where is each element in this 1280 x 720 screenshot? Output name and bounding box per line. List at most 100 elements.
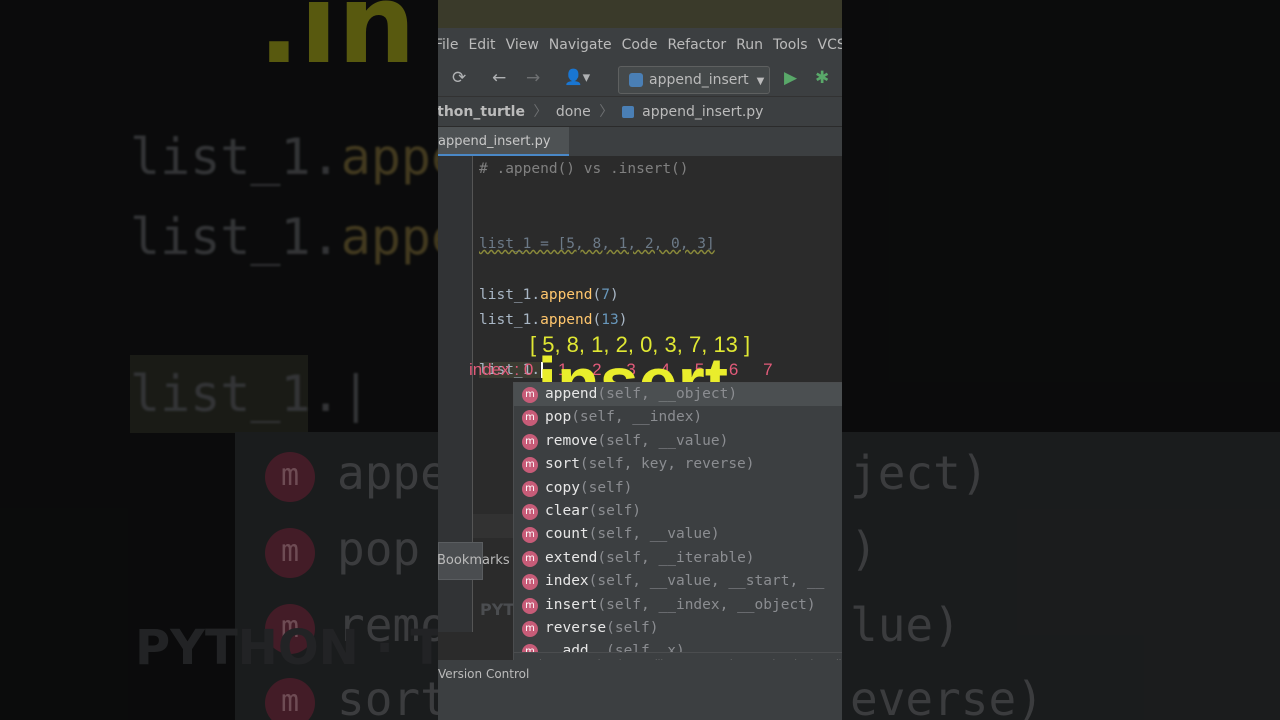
completion-args: (self, key, reverse) [579, 456, 755, 473]
completion-popup: m append(self, __object) m pop(self, __ind… [513, 382, 842, 678]
breadcrumb-file[interactable]: append_insert.py [642, 104, 763, 120]
sync-icon[interactable]: ⟳ [452, 68, 466, 88]
completion-name: clear [545, 502, 589, 519]
completion-name: pop [545, 409, 572, 426]
editor-tab-bar: append_insert.py × [438, 126, 842, 179]
code-object: list_1. [479, 312, 541, 328]
menu-tools[interactable]: Tools [773, 37, 808, 53]
completion-name: copy [545, 479, 580, 496]
completion-item-insert[interactable]: m insert(self, __index, __object) [514, 594, 842, 617]
completion-args: (self, __value) [588, 526, 720, 543]
method-icon: m [522, 527, 538, 544]
completion-args: (self, __index, __object) [597, 596, 816, 613]
method-icon: m [522, 457, 538, 474]
completion-item-copy[interactable]: m copy(self) [514, 477, 842, 500]
menu-run[interactable]: Run [736, 37, 763, 53]
completion-item-extend[interactable]: m extend(self, __iterable) [514, 547, 842, 570]
back-arrow-icon[interactable]: ← [492, 68, 506, 88]
breadcrumb-separator-icon: 〉 [533, 104, 548, 120]
debug-bug-icon[interactable]: ✱ [815, 68, 829, 88]
completion-item-count[interactable]: m count(self, __value) [514, 523, 842, 546]
completion-item-append[interactable]: m append(self, __object) [514, 383, 842, 407]
chevron-down-icon: ▼ [756, 76, 765, 87]
method-icon: m [522, 574, 538, 591]
code-append-7: list_1.append(7) [479, 287, 619, 303]
breadcrumb-folder[interactable]: done [556, 104, 591, 120]
code-paren: ) [609, 287, 619, 303]
completion-args: (self, __iterable) [597, 549, 755, 566]
menu-file[interactable]: File [438, 37, 458, 53]
code-paren: ( [592, 287, 602, 303]
code-number: 13 [601, 312, 619, 328]
top-strip [438, 0, 842, 28]
menu-bar: File Edit View Navigate Code Refactor Ru… [438, 28, 842, 62]
run-icon[interactable]: ▶ [784, 68, 797, 88]
method-icon: m [522, 597, 538, 614]
menu-navigate[interactable]: Navigate [549, 37, 612, 53]
code-paren: ) [618, 312, 628, 328]
menu-view[interactable]: View [506, 37, 539, 53]
completion-item-remove[interactable]: m remove(self, __value) [514, 430, 842, 453]
completion-item-add[interactable]: m __add__(self, x) [514, 640, 842, 653]
user-dropdown-icon[interactable]: 👤▾ [564, 68, 590, 86]
breadcrumb: python_turtle 〉 done 〉 append_insert.py [438, 96, 842, 127]
python-file-icon [621, 106, 634, 118]
completion-name: sort [545, 456, 580, 473]
completion-args: (self) [588, 502, 642, 519]
version-control-tab[interactable]: Version Control [438, 667, 529, 681]
code-append-13: list_1.append(13) [479, 312, 627, 328]
completion-args: (self) [579, 479, 633, 496]
completion-item-reverse[interactable]: m reverse(self) [514, 617, 842, 640]
menu-edit[interactable]: Edit [468, 37, 495, 53]
method-icon: m [522, 480, 538, 497]
method-icon: m [522, 433, 538, 450]
left-shade [0, 0, 438, 720]
method-icon: m [522, 550, 538, 567]
method-icon: m [522, 410, 538, 427]
toolbar: ⟳ ← → 👤▾ append_insert ▼ ▶ ✱ [438, 62, 842, 96]
menu-vcs[interactable]: VCS [818, 37, 842, 53]
completion-args: (self, __index) [571, 409, 703, 426]
method-icon: m [522, 620, 538, 637]
right-shade [842, 0, 1280, 720]
completion-name: index [545, 573, 589, 590]
breadcrumb-project[interactable]: python_turtle [438, 104, 525, 120]
menu-refactor[interactable]: Refactor [667, 37, 726, 53]
run-config-label: append_insert [649, 72, 749, 88]
code-paren: ( [592, 312, 602, 328]
completion-name: insert [545, 596, 598, 613]
completion-name: __add__ [545, 643, 607, 653]
completion-args: (self, __object) [597, 386, 738, 402]
completion-name: append [545, 386, 598, 402]
tab-append-insert[interactable]: append_insert.py × [438, 127, 569, 179]
ide-window: File Edit View Navigate Code Refactor Ru… [438, 0, 842, 720]
completion-args: (self, x) [606, 643, 685, 653]
method-icon: m [522, 503, 538, 520]
python-file-icon [629, 73, 643, 87]
completion-name: count [545, 526, 589, 543]
completion-item-index[interactable]: m index(self, __value, __start, __ [514, 570, 842, 593]
breadcrumb-separator-icon: 〉 [599, 104, 614, 120]
overlay-index-label: index : [469, 360, 520, 379]
completion-item-sort[interactable]: m sort(self, key, reverse) [514, 453, 842, 476]
bottom-bar [438, 688, 842, 720]
forward-arrow-icon[interactable]: → [526, 68, 540, 88]
run-configuration-select[interactable]: append_insert ▼ [618, 66, 770, 94]
code-method: append [540, 287, 593, 303]
completion-name: extend [545, 549, 598, 566]
tab-label: append_insert.py [438, 134, 551, 149]
status-bar: Version Control [438, 660, 842, 688]
completion-args: (self, __value) [597, 432, 729, 449]
code-list-definition: list_1 = [5, 8, 1, 2, 0, 3] [479, 236, 715, 252]
completion-item-clear[interactable]: m clear(self) [514, 500, 842, 523]
completion-name: reverse [545, 619, 607, 636]
code-object: list_1. [479, 287, 541, 303]
method-icon: m [522, 387, 538, 403]
completion-item-pop[interactable]: m pop(self, __index) [514, 406, 842, 429]
code-method: append [540, 312, 593, 328]
completion-args: (self, __value, __start, __ [588, 573, 825, 590]
menu-code[interactable]: Code [622, 37, 658, 53]
completion-args: (self) [606, 619, 659, 636]
code-number: 7 [601, 287, 610, 303]
bookmarks-panel-button[interactable]: Bookmarks [438, 542, 510, 580]
